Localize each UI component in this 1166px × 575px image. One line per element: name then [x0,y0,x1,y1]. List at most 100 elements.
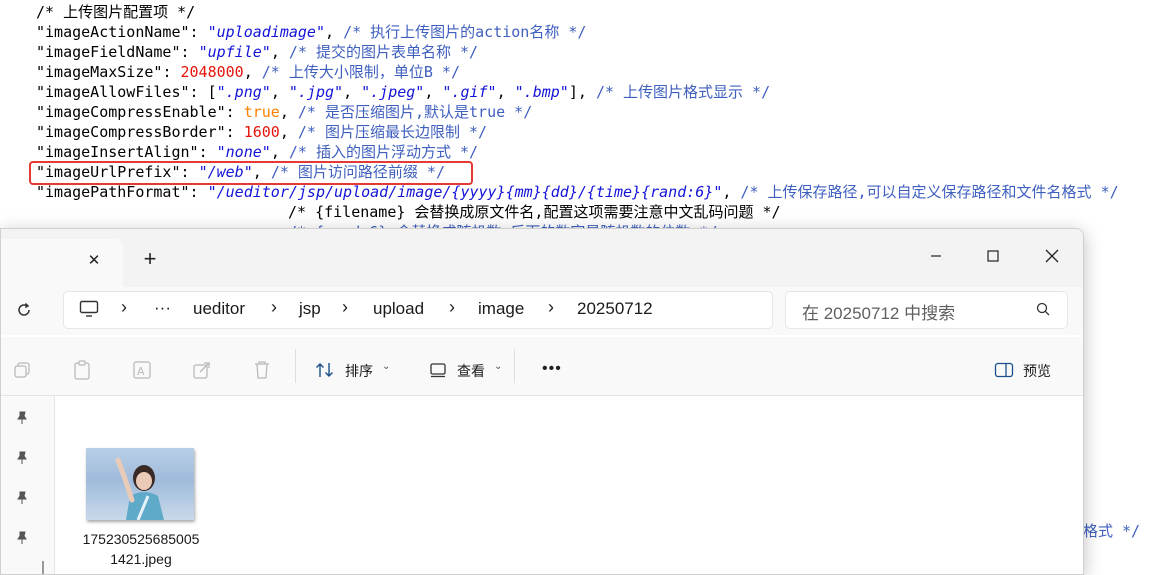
code-token: , [243,63,262,81]
code-token: /* 图片压缩最长边限制 */ [297,123,488,141]
chevron-down-icon[interactable]: ⌄ [494,361,502,372]
code-token: /* 提交的图片表单名称 */ [288,43,479,61]
code-token: ".jpg" [288,83,344,101]
view-label[interactable]: 查看 [457,361,485,381]
code-token: "uploadimage" [207,23,325,41]
code-token: "imageActionName" [36,23,190,41]
code-line: "imageAllowFiles": [".png", ".jpg", ".jp… [36,82,770,102]
view-icon[interactable] [427,359,449,381]
pin-icon[interactable] [15,491,29,505]
breadcrumb-jsp[interactable]: jsp [299,299,321,319]
code-token: "/ueditor/jsp/upload/image/{yyyy}{mm}{dd… [207,183,723,201]
breadcrumb-image[interactable]: image [478,299,524,319]
code-line: /* {filename} 会替换成原文件名,配置这项需要注意中文乱码问题 */ [288,202,781,222]
code-token: : [189,183,208,201]
code-token: /* 执行上传图片的action名称 */ [343,23,587,41]
code-token: 1600 [243,123,280,141]
code-token: : [162,63,181,81]
rename-icon[interactable]: A [131,359,153,381]
highlight-box [29,161,473,185]
svg-text:A: A [137,365,145,378]
breadcrumb-ueditor[interactable]: ueditor [193,299,245,319]
code-token: /* 上传大小限制，单位B */ [261,63,460,81]
code-token: , [325,23,344,41]
breadcrumb-current-folder[interactable]: 20250712 [577,299,653,319]
chevron-right-icon[interactable]: › [449,297,455,318]
search-icon[interactable] [1033,299,1053,319]
code-token: "imageFieldName" [36,43,181,61]
code-token: , [279,123,298,141]
code-token: , [343,83,362,101]
code-token: , [270,83,289,101]
search-input[interactable]: 在 20250712 中搜索 [802,299,955,324]
code-token: /* 上传保存路径,可以自定义保存路径和文件名格式 */ [740,183,1119,201]
code-token: ".gif" [442,83,497,101]
pin-icon[interactable] [15,411,29,425]
code-token: /* {filename} 会替换成原文件名,配置这项需要注意中文乱码问题 */ [288,203,781,221]
share-icon[interactable] [191,359,213,381]
code-line: "imageCompressBorder": 1600, /* 图片压缩最长边限… [36,122,487,142]
code-token: /* 上传图片配置项 */ [36,3,196,21]
pin-icon[interactable] [15,451,29,465]
code-overflow-text: 格式 */ [1083,522,1141,540]
code-token: : [225,123,244,141]
code-token: "none" [216,143,271,161]
pin-icon[interactable] [15,531,29,545]
chevron-down-icon[interactable]: ⌄ [382,361,390,372]
code-token: , [279,103,298,121]
code-token: , [270,143,289,161]
code-token: : [198,143,217,161]
code-token: /* 上传图片格式显示 */ [595,83,771,101]
maximize-icon[interactable] [978,241,1008,271]
breadcrumb-more[interactable]: ··· [154,298,171,318]
code-line: "imageFieldName": "upfile", /* 提交的图片表单名称… [36,42,478,62]
breadcrumb-upload[interactable]: upload [373,299,424,319]
code-token: ], [568,83,596,101]
paste-icon[interactable] [71,359,93,381]
chevron-right-icon[interactable]: › [271,297,277,318]
close-tab-icon[interactable]: ✕ [81,247,107,273]
code-line: "imageInsertAlign": "none", /* 插入的图片浮动方式… [36,142,478,162]
sort-icon[interactable] [314,359,336,381]
preview-label[interactable]: 预览 [1023,361,1051,381]
code-token: "upfile" [198,43,271,61]
code-line: /* 上传图片配置项 */ [36,2,195,22]
image-thumbnail[interactable] [86,448,194,521]
code-line: "imageCompressEnable": true, /* 是否压缩图片,默… [36,102,532,122]
toolbar-divider [295,349,296,383]
preview-pane-icon[interactable] [993,359,1015,381]
file-list[interactable] [55,396,1083,574]
file-explorer-window[interactable]: ✕ + › ··· ueditor › jsp › upload › image… [0,228,1084,575]
code-token: /* 插入的图片浮动方式 */ [288,143,479,161]
code-token: , [496,83,515,101]
refresh-icon[interactable] [11,297,37,323]
code-token: 2048000 [180,63,244,81]
chevron-right-icon[interactable]: › [342,297,348,318]
code-token: "imageCompressBorder" [36,123,226,141]
code-token: , [722,183,741,201]
scrollbar-thumb[interactable] [42,561,44,574]
toolbar-divider [514,349,515,383]
code-token: "imageCompressEnable" [36,103,226,121]
code-token: : [189,23,208,41]
code-token: ".bmp" [514,83,569,101]
close-window-icon[interactable] [1037,241,1067,271]
delete-icon[interactable] [251,359,273,381]
minimize-icon[interactable] [921,241,951,271]
code-token: : [ [189,83,217,101]
code-token: "imagePathFormat" [36,183,190,201]
more-options-button[interactable]: ••• [542,360,562,378]
chevron-right-icon[interactable]: › [121,297,127,318]
copy-icon[interactable] [11,359,33,381]
code-line: "imageMaxSize": 2048000, /* 上传大小限制，单位B *… [36,62,460,82]
code-line: "imagePathFormat": "/ueditor/jsp/upload/… [36,182,1119,202]
code-token: "imageAllowFiles" [36,83,190,101]
code-token: ".jpeg" [361,83,425,101]
new-tab-button[interactable]: + [137,245,163,273]
code-token: ".png" [216,83,271,101]
sort-label[interactable]: 排序 [345,361,373,381]
code-token: /* 是否压缩图片,默认是true */ [297,103,533,121]
chevron-right-icon[interactable]: › [548,297,554,318]
code-token: , [270,43,289,61]
file-name[interactable]: 1752305256850051421.jpeg [81,529,201,569]
